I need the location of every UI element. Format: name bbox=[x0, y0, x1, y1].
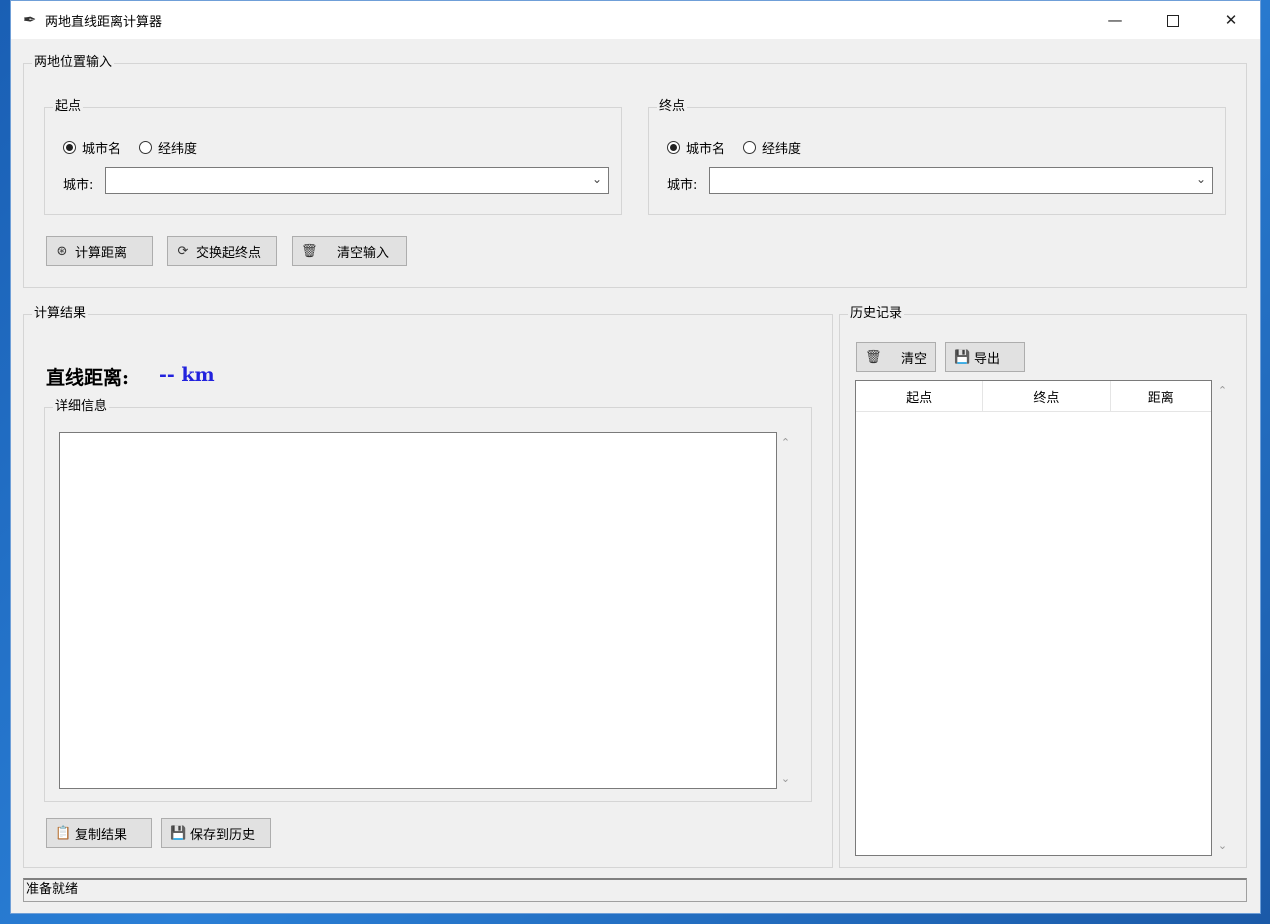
export-button[interactable]: 💾 导出 bbox=[945, 342, 1025, 372]
scroll-down-icon[interactable]: ⌄ bbox=[777, 772, 794, 785]
distance-value: -- km bbox=[159, 364, 215, 386]
close-button[interactable]: ✕ bbox=[1202, 1, 1260, 39]
chevron-down-icon[interactable]: ⌄ bbox=[1196, 172, 1206, 186]
history-table-header: 起点 终点 距离 bbox=[856, 381, 1211, 412]
scroll-down-icon[interactable]: ⌄ bbox=[1214, 839, 1231, 852]
clear-history-button-label: 清空 bbox=[901, 351, 928, 367]
export-button-label: 导出 bbox=[974, 351, 1001, 367]
save-history-button[interactable]: 💾 保存到历史 bbox=[161, 818, 271, 848]
end-mode-radios: 城市名 经纬度 bbox=[667, 138, 801, 157]
clear-input-button[interactable]: 🗑 清空输入 bbox=[292, 236, 407, 266]
details-textarea[interactable] bbox=[59, 432, 777, 789]
history-section: 历史记录 🗑 清空 💾 导出 起点 终点 距离 ⌃ ⌄ bbox=[839, 306, 1247, 868]
result-section: 计算结果 直线距离: -- km 详细信息 ⌃ ⌄ 📋 复制结果 💾 保存到历史 bbox=[23, 306, 833, 868]
start-group: 起点 城市名 经纬度 城市: ⌄ bbox=[44, 99, 622, 215]
floppy-icon: 💾 bbox=[170, 825, 187, 841]
feather-icon: ✒ bbox=[23, 10, 37, 29]
radio-unchecked-icon bbox=[139, 141, 153, 154]
start-radio-coords-label: 经纬度 bbox=[158, 142, 198, 157]
column-header-distance[interactable]: 距离 bbox=[1111, 381, 1211, 411]
swap-button[interactable]: ⟳ 交换起终点 bbox=[167, 236, 277, 266]
history-table[interactable]: 起点 终点 距离 bbox=[855, 380, 1212, 856]
status-bar: 准备就绪 bbox=[23, 878, 1247, 902]
status-text: 准备就绪 bbox=[26, 882, 79, 897]
clipboard-icon: 📋 bbox=[55, 825, 72, 841]
copy-result-button-label: 复制结果 bbox=[75, 827, 128, 843]
end-radio-coords-label: 经纬度 bbox=[762, 142, 802, 157]
start-radio-city-label: 城市名 bbox=[82, 142, 122, 157]
end-city-combobox[interactable]: ⌄ bbox=[709, 167, 1213, 194]
details-group: 详细信息 ⌃ ⌄ bbox=[44, 399, 812, 802]
end-group: 终点 城市名 经纬度 城市: ⌄ bbox=[648, 99, 1226, 215]
swap-button-label: 交换起终点 bbox=[196, 245, 262, 261]
trash-icon: 🗑 bbox=[301, 243, 318, 259]
copy-result-button[interactable]: 📋 复制结果 bbox=[46, 818, 152, 848]
calculate-button[interactable]: ⊛ 计算距离 bbox=[46, 236, 153, 266]
minimize-button[interactable]: — bbox=[1086, 1, 1144, 39]
clear-input-button-label: 清空输入 bbox=[337, 245, 390, 261]
start-city-combobox[interactable]: ⌄ bbox=[105, 167, 609, 194]
save-history-button-label: 保存到历史 bbox=[190, 827, 256, 843]
column-header-end[interactable]: 终点 bbox=[983, 381, 1111, 411]
maximize-icon bbox=[1167, 14, 1179, 27]
history-section-legend: 历史记录 bbox=[848, 306, 905, 322]
column-header-start[interactable]: 起点 bbox=[856, 381, 984, 411]
app-window: ✒ 两地直线距离计算器 — ✕ 两地位置输入 起点 城市名 经纬度 城市: ⌄ … bbox=[10, 0, 1261, 914]
end-radio-city-label: 城市名 bbox=[686, 142, 726, 157]
end-legend: 终点 bbox=[657, 99, 688, 115]
radio-unchecked-icon bbox=[743, 141, 757, 154]
title-bar: ✒ 两地直线距离计算器 — ✕ bbox=[11, 1, 1260, 39]
scroll-up-icon[interactable]: ⌃ bbox=[1214, 384, 1231, 397]
end-city-label: 城市: bbox=[667, 178, 698, 193]
start-legend: 起点 bbox=[53, 99, 84, 115]
history-scrollbar[interactable]: ⌃ ⌄ bbox=[1214, 380, 1231, 856]
start-radio-coords[interactable]: 经纬度 bbox=[139, 138, 197, 157]
floppy-icon: 💾 bbox=[954, 349, 971, 365]
end-radio-city[interactable]: 城市名 bbox=[667, 138, 725, 157]
input-section-legend: 两地位置输入 bbox=[32, 55, 115, 71]
trash-icon: 🗑 bbox=[865, 349, 882, 365]
window-title: 两地直线距离计算器 bbox=[45, 15, 163, 30]
start-radio-city[interactable]: 城市名 bbox=[63, 138, 121, 157]
input-section: 两地位置输入 起点 城市名 经纬度 城市: ⌄ 终点 城市名 经纬度 城市: ⌄… bbox=[23, 55, 1247, 288]
maximize-button[interactable] bbox=[1144, 1, 1202, 39]
start-city-label: 城市: bbox=[63, 178, 94, 193]
calculate-button-label: 计算距离 bbox=[75, 245, 128, 261]
details-scrollbar[interactable]: ⌃ ⌄ bbox=[777, 432, 794, 789]
chevron-down-icon[interactable]: ⌄ bbox=[592, 172, 602, 186]
radio-checked-icon bbox=[63, 141, 76, 154]
details-legend: 详细信息 bbox=[53, 399, 110, 415]
result-section-legend: 计算结果 bbox=[32, 306, 89, 322]
scroll-up-icon[interactable]: ⌃ bbox=[777, 436, 794, 449]
start-mode-radios: 城市名 经纬度 bbox=[63, 138, 197, 157]
distance-label: 直线距离: bbox=[46, 367, 130, 389]
swap-icon: ⟳ bbox=[177, 243, 189, 259]
radio-checked-icon bbox=[667, 141, 680, 154]
end-radio-coords[interactable]: 经纬度 bbox=[743, 138, 801, 157]
compass-icon: ⊛ bbox=[56, 243, 68, 259]
clear-history-button[interactable]: 🗑 清空 bbox=[856, 342, 936, 372]
